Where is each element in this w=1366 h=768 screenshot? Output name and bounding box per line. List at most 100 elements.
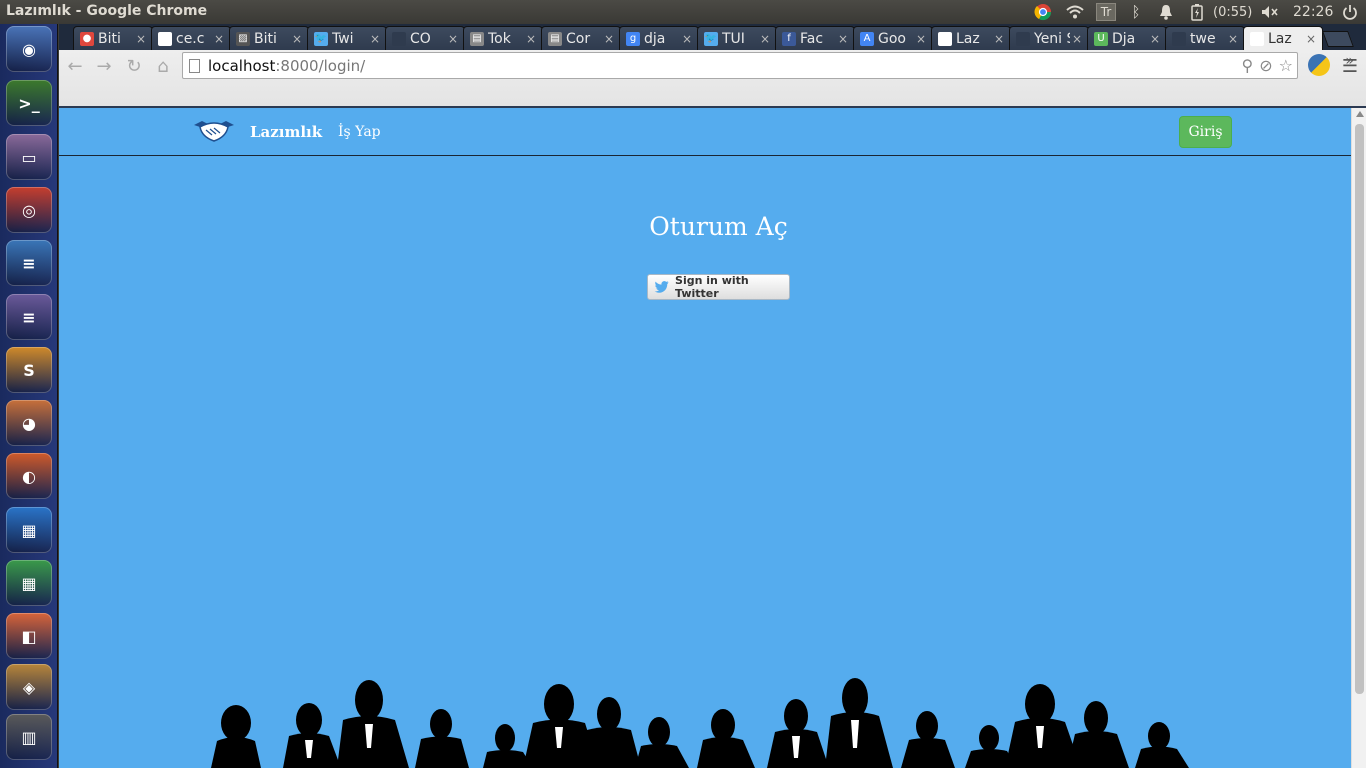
- tab-close-icon[interactable]: ×: [680, 32, 694, 46]
- tab-favicon-icon: 🐦: [314, 31, 328, 46]
- browser-tab[interactable]: twe ×: [1165, 26, 1245, 50]
- tab-close-icon[interactable]: ×: [758, 32, 772, 46]
- keyboard-layout-indicator[interactable]: Tr: [1096, 3, 1116, 21]
- tab-label: Laz: [956, 30, 980, 47]
- browser-tab[interactable]: ● Biti ×: [73, 26, 153, 50]
- browser-tab[interactable]: Yeni S×: [1009, 26, 1089, 50]
- wifi-icon[interactable]: [1064, 3, 1086, 21]
- back-arrow-icon[interactable]: ←: [63, 55, 87, 79]
- document-viewer-icon: ≡: [22, 253, 36, 273]
- tab-favicon-icon: ▤: [470, 31, 484, 46]
- launcher-item[interactable]: ▭: [6, 134, 52, 180]
- top-panel: Lazımlık - Google Chrome Tr ᛒ (0:55) 22:…: [0, 0, 1366, 24]
- silhouette-person: [1135, 722, 1189, 768]
- python-extension-icon[interactable]: [1308, 54, 1330, 76]
- browser-tab[interactable]: ▤ Cor ×: [541, 26, 621, 50]
- tab-label: Fac: [800, 30, 824, 47]
- browser-tab[interactable]: U Dja ×: [1087, 26, 1167, 50]
- launcher-item[interactable]: ▦: [6, 507, 52, 553]
- launcher-item[interactable]: ≡: [6, 240, 52, 286]
- launcher-item[interactable]: ◧: [6, 613, 52, 659]
- browser-tab[interactable]: ▨ Biti ×: [229, 26, 309, 50]
- tab-close-icon[interactable]: ×: [524, 32, 538, 46]
- tab-close-icon[interactable]: ×: [446, 32, 460, 46]
- new-tab-button[interactable]: [1322, 31, 1354, 47]
- tab-label: Twi: [332, 30, 354, 47]
- browser-tab[interactable]: g dja ×: [619, 26, 699, 50]
- tab-favicon-icon: [158, 31, 172, 46]
- tab-label: Goo: [878, 30, 906, 47]
- zoom-icon[interactable]: ⚲: [1242, 56, 1254, 75]
- home-icon[interactable]: ⌂: [151, 55, 175, 79]
- tab-close-icon[interactable]: ×: [1304, 32, 1318, 46]
- tab-close-icon[interactable]: ×: [212, 32, 226, 46]
- reload-icon[interactable]: ↻: [122, 55, 146, 79]
- tab-favicon-icon: [938, 31, 952, 46]
- clock[interactable]: 22:26: [1293, 3, 1333, 21]
- tab-favicon-icon: 🐦: [704, 31, 718, 46]
- silhouette-person: [283, 703, 341, 768]
- scrollbar-thumb[interactable]: [1355, 124, 1364, 694]
- browser-tab[interactable]: 🐦 Twi ×: [307, 26, 387, 50]
- launcher-item[interactable]: S: [6, 347, 52, 393]
- chrome-indicator-icon[interactable]: [1033, 3, 1053, 21]
- tab-favicon-icon: ▨: [236, 31, 250, 46]
- volume-muted-icon[interactable]: [1261, 3, 1279, 21]
- tab-label: ce.c: [176, 30, 205, 47]
- notification-bell-icon[interactable]: [1157, 3, 1175, 21]
- tab-close-icon[interactable]: ×: [290, 32, 304, 46]
- launcher-item[interactable]: ◈: [6, 664, 52, 710]
- tab-close-icon[interactable]: ×: [1070, 32, 1084, 46]
- sublime-text-icon: S: [23, 360, 35, 380]
- launcher-item[interactable]: ▥: [6, 714, 52, 760]
- forward-arrow-icon[interactable]: →: [92, 55, 116, 79]
- launcher-item[interactable]: ▦: [6, 560, 52, 606]
- tab-label: Biti: [98, 30, 121, 47]
- bookmarks-overflow-button[interactable]: »: [1345, 53, 1354, 69]
- page-scrollbar[interactable]: [1351, 108, 1366, 768]
- bluetooth-icon[interactable]: ᛒ: [1128, 3, 1144, 21]
- tab-close-icon[interactable]: ×: [914, 32, 928, 46]
- tab-favicon-icon: [1250, 31, 1264, 46]
- browser-tab[interactable]: Laz ×: [1243, 26, 1323, 50]
- browser-tab[interactable]: 🐦 TUI ×: [697, 26, 777, 50]
- tab-close-icon[interactable]: ×: [836, 32, 850, 46]
- tab-close-icon[interactable]: ×: [992, 32, 1006, 46]
- launcher-item[interactable]: ◐: [6, 453, 52, 499]
- chrome-window: ● Biti × ce.c × ▨ Biti × 🐦 Twi × CO × ▤ Tok × ▤ Cor × g dja ×…: [59, 24, 1366, 768]
- address-bar[interactable]: localhost:8000/login/ ⚲ ⊘ ☆: [182, 52, 1298, 79]
- launcher-item[interactable]: ≡: [6, 294, 52, 340]
- software-center-icon: ◈: [22, 677, 36, 697]
- battery-icon[interactable]: [1189, 3, 1205, 21]
- bookmark-star-icon[interactable]: ☆: [1279, 56, 1293, 75]
- browser-tab[interactable]: f Fac ×: [775, 26, 855, 50]
- trash-icon: ▥: [21, 727, 37, 747]
- launcher-item[interactable]: ◉: [6, 26, 52, 72]
- tab-close-icon[interactable]: ×: [368, 32, 382, 46]
- tab-label: twe: [1190, 30, 1216, 47]
- terminal-icon: >_: [18, 93, 40, 113]
- silhouette-person: [211, 705, 261, 768]
- presentation-icon: ◧: [21, 626, 37, 646]
- tab-close-icon[interactable]: ×: [134, 32, 148, 46]
- browser-tab[interactable]: A Goo ×: [853, 26, 933, 50]
- browser-tab[interactable]: ce.c ×: [151, 26, 231, 50]
- tab-close-icon[interactable]: ×: [602, 32, 616, 46]
- browser-tab[interactable]: CO ×: [385, 26, 465, 50]
- tab-favicon-icon: [392, 31, 406, 46]
- url-text[interactable]: localhost:8000/login/: [208, 57, 365, 75]
- silhouette-person: [697, 709, 755, 768]
- chrome-icon: ◎: [22, 200, 36, 220]
- browser-tab[interactable]: Laz ×: [931, 26, 1011, 50]
- browser-tab[interactable]: ▤ Tok ×: [463, 26, 543, 50]
- launcher-item[interactable]: ◕: [6, 400, 52, 446]
- scroll-up-arrow-icon[interactable]: [1355, 111, 1364, 117]
- tab-close-icon[interactable]: ×: [1226, 32, 1240, 46]
- tab-close-icon[interactable]: ×: [1148, 32, 1162, 46]
- blocked-icon[interactable]: ⊘: [1259, 56, 1272, 75]
- launcher-item[interactable]: >_: [6, 80, 52, 126]
- launcher-item[interactable]: ◎: [6, 187, 52, 233]
- tab-favicon-icon: g: [626, 31, 640, 46]
- power-settings-icon[interactable]: [1340, 3, 1360, 21]
- system-monitor-icon: ▦: [21, 520, 37, 540]
